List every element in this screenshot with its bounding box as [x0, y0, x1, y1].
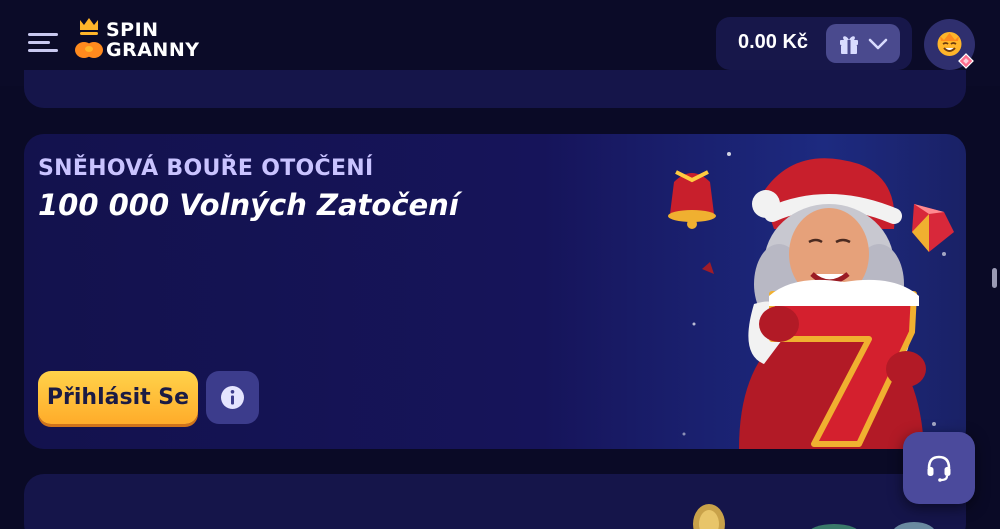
hamburger-icon [28, 33, 58, 36]
promo-subtitle: SNĚHOVÁ BOUŘE OTOČENÍ [38, 156, 374, 181]
menu-button[interactable] [28, 31, 58, 55]
support-chat-button[interactable] [903, 432, 975, 504]
site-logo[interactable]: SPIN GRANNY [74, 16, 204, 64]
bonus-dropdown-button[interactable] [826, 24, 900, 63]
logo-crown-icon [75, 18, 103, 58]
user-avatar-button[interactable] [924, 19, 975, 70]
santa-granny-illustration [668, 152, 954, 449]
next-promo-card [24, 474, 966, 529]
chevron-down-icon [868, 38, 888, 50]
headset-icon [927, 455, 951, 482]
coins-illustration [693, 504, 934, 529]
login-button[interactable]: Přihlásit Se [38, 371, 198, 424]
previous-promo-card [24, 70, 966, 108]
vip-gem-icon [958, 53, 974, 69]
scrollbar-thumb[interactable] [992, 268, 997, 288]
promo-title: 100 000 Volných Zatočení [38, 188, 459, 222]
info-icon [221, 386, 244, 409]
logo-text: SPIN GRANNY [106, 20, 200, 60]
promo-card: SNĚHOVÁ BOUŘE OTOČENÍ 100 000 Volných Za… [24, 134, 966, 449]
balance-amount: 0.00 Kč [738, 31, 809, 53]
gift-icon [840, 36, 858, 54]
wallet-panel: 0.00 Kč [716, 17, 912, 70]
logo-line-1: SPIN [106, 19, 159, 41]
promo-info-button[interactable] [206, 371, 259, 424]
logo-line-2: GRANNY [106, 39, 200, 61]
bell-ornament [668, 170, 716, 229]
